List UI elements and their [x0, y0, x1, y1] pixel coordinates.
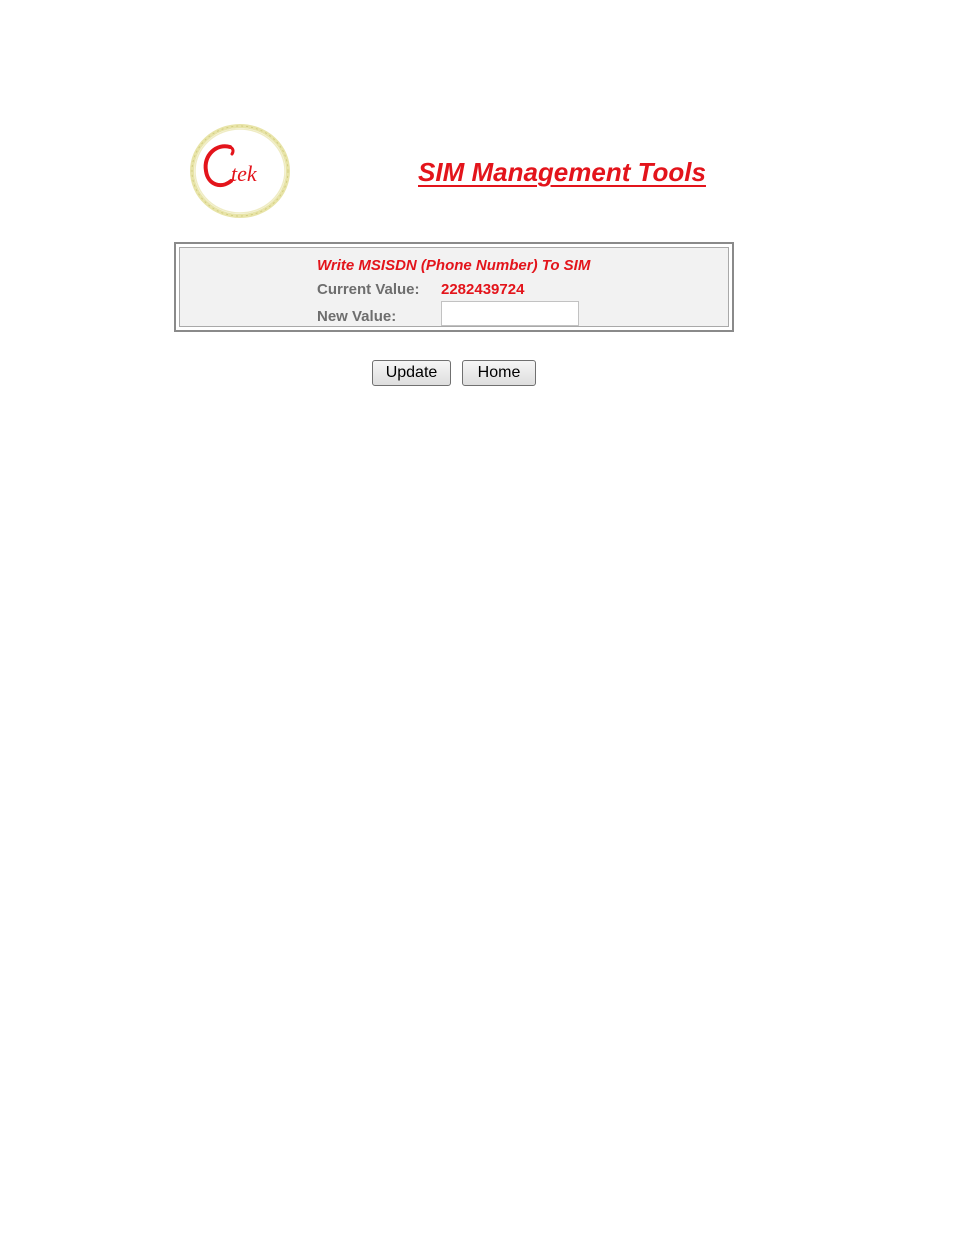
msisdn-form: Write MSISDN (Phone Number) To SIM Curre…	[174, 242, 734, 332]
update-button[interactable]: Update	[372, 360, 451, 386]
ctek-logo-letters: tek	[231, 161, 258, 186]
page-title: SIM Management Tools	[418, 157, 706, 187]
current-value-label: Current Value:	[317, 281, 420, 298]
page: tek SIM Management Tools Write MSISDN (P…	[0, 0, 954, 1235]
ctek-logo-mark: tek	[187, 121, 293, 221]
new-value-input[interactable]	[441, 301, 579, 326]
new-value-label: New Value:	[317, 308, 397, 325]
ctek-logo: tek	[187, 121, 293, 221]
current-value: 2282439724	[441, 281, 525, 298]
form-heading: Write MSISDN (Phone Number) To SIM	[317, 257, 591, 274]
home-button[interactable]: Home	[462, 360, 536, 386]
msisdn-form-panel: Write MSISDN (Phone Number) To SIM Curre…	[179, 247, 729, 327]
